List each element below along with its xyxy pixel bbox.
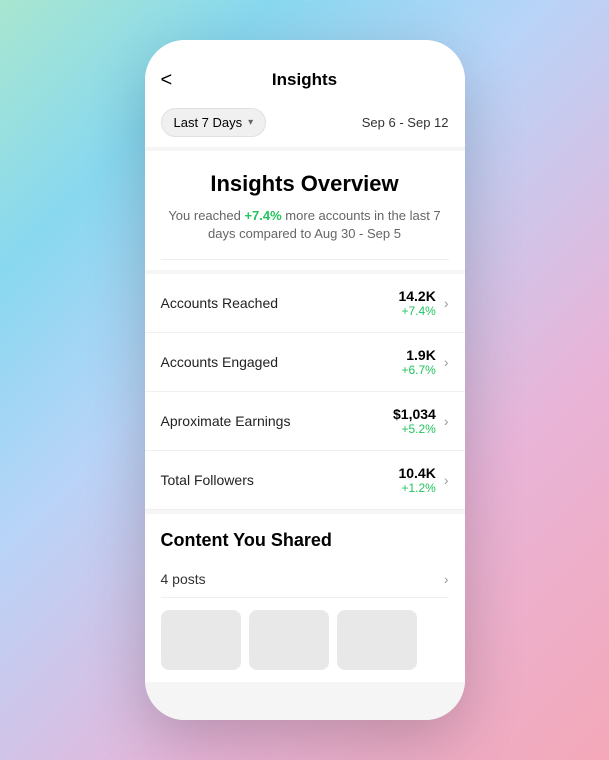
metric-value-1: 1.9K bbox=[401, 347, 435, 363]
metric-change-0: +7.4% bbox=[398, 304, 435, 318]
chevron-right-icon-1: › bbox=[444, 354, 449, 370]
phone-frame: < Insights Last 7 Days ▾ Sep 6 - Sep 12 … bbox=[145, 40, 465, 720]
metric-row-2[interactable]: Aproximate Earnings $1,034 +5.2% › bbox=[145, 392, 465, 451]
filter-pill[interactable]: Last 7 Days ▾ bbox=[161, 108, 267, 137]
divider bbox=[161, 259, 449, 260]
scroll-content: Last 7 Days ▾ Sep 6 - Sep 12 Insights Ov… bbox=[145, 98, 465, 720]
metrics-list: Accounts Reached 14.2K +7.4% › Accounts … bbox=[145, 274, 465, 510]
content-section: Content You Shared 4 posts › bbox=[145, 514, 465, 682]
chevron-right-icon-2: › bbox=[444, 413, 449, 429]
metric-change-1: +6.7% bbox=[401, 363, 435, 377]
overview-section: Insights Overview You reached +7.4% more… bbox=[145, 151, 465, 270]
metric-change-3: +1.2% bbox=[398, 481, 435, 495]
desc-highlight: +7.4% bbox=[244, 208, 281, 223]
metric-row-0[interactable]: Accounts Reached 14.2K +7.4% › bbox=[145, 274, 465, 333]
content-title: Content You Shared bbox=[161, 530, 449, 551]
date-filter-bar: Last 7 Days ▾ Sep 6 - Sep 12 bbox=[145, 98, 465, 147]
metric-label-1: Accounts Engaged bbox=[161, 354, 279, 370]
metric-value-block-3: 10.4K +1.2% bbox=[398, 465, 435, 495]
metric-right-1: 1.9K +6.7% › bbox=[401, 347, 448, 377]
metric-right-2: $1,034 +5.2% › bbox=[393, 406, 449, 436]
thumbnail-1[interactable] bbox=[161, 610, 241, 670]
metric-value-block-2: $1,034 +5.2% bbox=[393, 406, 436, 436]
chevron-right-icon: › bbox=[444, 571, 449, 587]
back-button[interactable]: < bbox=[161, 70, 173, 90]
posts-row[interactable]: 4 posts › bbox=[161, 561, 449, 598]
date-range-label: Sep 6 - Sep 12 bbox=[362, 115, 449, 130]
overview-title: Insights Overview bbox=[161, 171, 449, 197]
metric-right-0: 14.2K +7.4% › bbox=[398, 288, 448, 318]
thumbnail-2[interactable] bbox=[249, 610, 329, 670]
status-bar bbox=[145, 40, 465, 60]
chevron-down-icon: ▾ bbox=[248, 117, 253, 128]
chevron-right-icon-0: › bbox=[444, 295, 449, 311]
metric-right-3: 10.4K +1.2% › bbox=[398, 465, 448, 495]
metric-value-2: $1,034 bbox=[393, 406, 436, 422]
metric-label-3: Total Followers bbox=[161, 472, 254, 488]
thumbnails-row bbox=[161, 610, 449, 670]
metric-row-3[interactable]: Total Followers 10.4K +1.2% › bbox=[145, 451, 465, 510]
desc-prefix: You reached bbox=[168, 208, 244, 223]
header: < Insights bbox=[145, 60, 465, 98]
posts-label: 4 posts bbox=[161, 571, 206, 587]
metric-change-2: +5.2% bbox=[393, 422, 436, 436]
filter-label: Last 7 Days bbox=[174, 115, 243, 130]
overview-description: You reached +7.4% more accounts in the l… bbox=[161, 207, 449, 243]
metric-value-3: 10.4K bbox=[398, 465, 435, 481]
metric-value-block-1: 1.9K +6.7% bbox=[401, 347, 435, 377]
page-title: Insights bbox=[272, 70, 337, 90]
metric-label-0: Accounts Reached bbox=[161, 295, 279, 311]
metric-value-0: 14.2K bbox=[398, 288, 435, 304]
thumbnail-3[interactable] bbox=[337, 610, 417, 670]
metric-row-1[interactable]: Accounts Engaged 1.9K +6.7% › bbox=[145, 333, 465, 392]
metric-label-2: Aproximate Earnings bbox=[161, 413, 291, 429]
metric-value-block-0: 14.2K +7.4% bbox=[398, 288, 435, 318]
chevron-right-icon-3: › bbox=[444, 472, 449, 488]
